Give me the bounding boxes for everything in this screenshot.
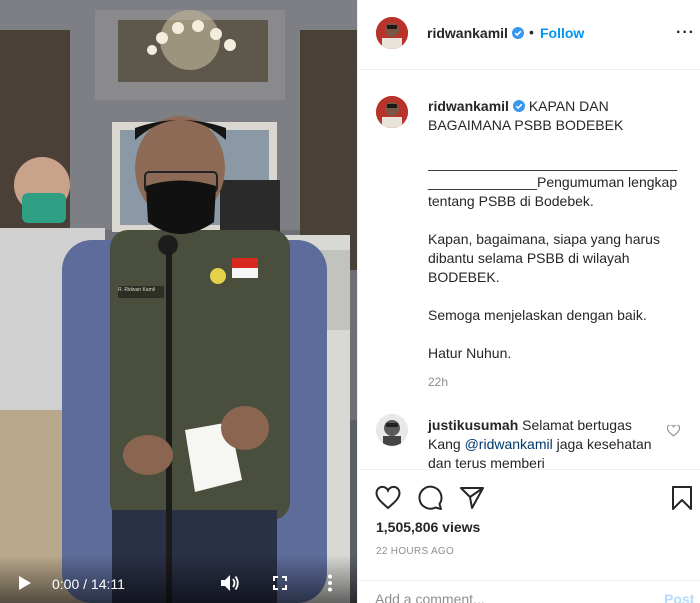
fullscreen-icon[interactable] [273,576,287,590]
bookmark-icon[interactable] [671,485,693,511]
view-count[interactable]: 1,505,806 views [376,519,480,535]
comment-item: justikusumah Selamat bertugas Kang @ridw… [428,416,664,469]
comment-username[interactable]: justikusumah [428,417,518,433]
video-player[interactable]: R. Ridwan Kamil 0:00 / 14:11 [0,0,357,603]
header-username[interactable]: ridwankamil [427,25,524,41]
add-comment-bar: Post [358,580,700,603]
heart-icon[interactable] [375,485,401,511]
post-panel: ridwankamil • Follow ··· ridwankamil KAP… [357,0,700,603]
video-frame [0,0,357,603]
share-icon[interactable] [459,485,485,511]
header-separator: • [529,24,534,40]
comment-like-icon[interactable] [667,425,680,437]
post-header: ridwankamil • Follow ··· [358,0,700,70]
avatar-image [376,17,408,49]
post-actions: 1,505,806 views 22 HOURS AGO Post [358,469,700,603]
avatar[interactable] [376,96,408,128]
comment-icon[interactable] [417,485,443,511]
post-comment-button[interactable]: Post [664,591,694,603]
caption-timestamp[interactable]: 22h [428,375,448,389]
caption-line1: ________________________________ [428,155,678,171]
post-caption: ridwankamil KAPAN DAN BAGAIMANA PSBB BOD… [428,97,684,363]
avatar[interactable] [376,414,408,446]
video-controls: 0:00 / 14:11 [0,555,357,603]
comments-section[interactable]: ridwankamil KAPAN DAN BAGAIMANA PSBB BOD… [358,71,700,469]
avatar[interactable] [376,17,408,49]
comment-mention[interactable]: @ridwankamil [465,436,553,452]
speaker-name-patch: R. Ridwan Kamil [118,287,155,293]
caption-para3: Semoga menjelaskan dengan baik. [428,307,647,323]
avatar-image [376,96,408,128]
comment-input[interactable] [375,591,625,603]
more-options-icon[interactable]: ··· [676,24,695,42]
verified-badge-icon [511,27,524,39]
caption-para2: Kapan, bagaimana, siapa yang harus diban… [428,231,660,285]
caption-line2: ______________Pengumuman lengkap tentang… [428,174,678,209]
caption-username[interactable]: ridwankamil [428,98,509,114]
more-vertical-icon[interactable] [327,574,333,592]
video-time: 0:00 / 14:11 [52,576,125,592]
avatar-image [376,414,408,446]
play-icon[interactable] [18,575,32,591]
post-timestamp[interactable]: 22 HOURS AGO [376,546,454,557]
volume-icon[interactable] [220,574,240,592]
caption-para4: Hatur Nuhun. [428,345,512,361]
follow-button[interactable]: Follow [540,25,584,41]
verified-badge-icon [512,100,525,112]
